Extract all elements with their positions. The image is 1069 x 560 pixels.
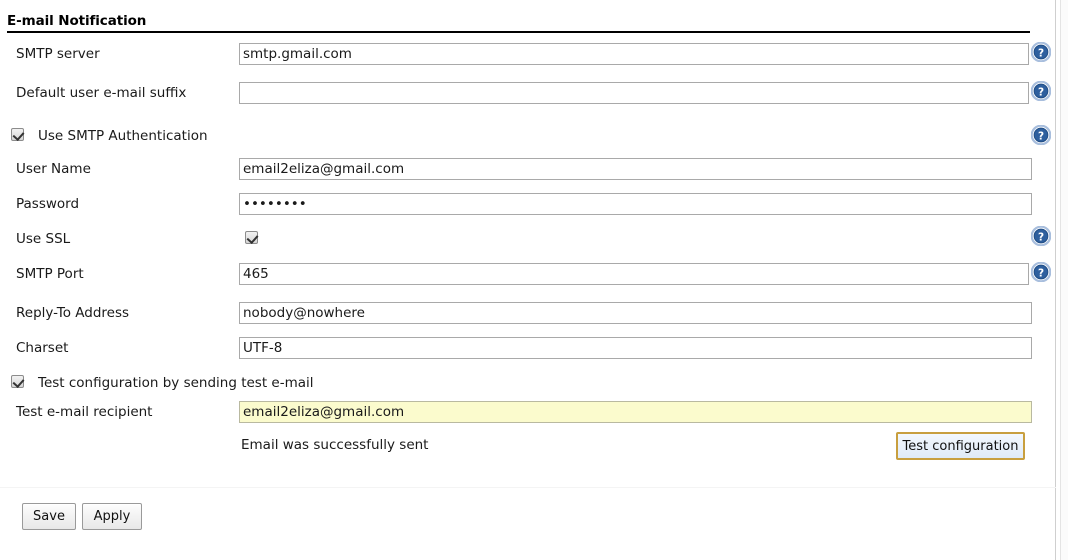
use-smtp-auth-label: Use SMTP Authentication (38, 128, 208, 144)
row-test-recipient: Test e-mail recipient (0, 401, 1056, 423)
row-test-result: Email was successfully sent Test configu… (0, 432, 1056, 462)
charset-input[interactable] (239, 337, 1032, 359)
page-title: E-mail Notification (7, 13, 1030, 33)
save-button[interactable]: Save (22, 503, 76, 530)
scrollbar[interactable] (1057, 0, 1069, 560)
scrollbar-track[interactable] (1060, 0, 1068, 560)
help-icon[interactable]: ? (1031, 226, 1051, 246)
svg-text:?: ? (1038, 86, 1044, 98)
use-smtp-auth-checkbox[interactable] (11, 128, 24, 141)
row-test-configuration-checkbox: Test configuration by sending test e-mai… (0, 372, 1056, 394)
smtp-server-input[interactable] (239, 43, 1029, 65)
svg-text:?: ? (1038, 130, 1044, 142)
row-use-ssl: Use SSL ? (0, 226, 1056, 250)
use-ssl-label: Use SSL (16, 231, 71, 247)
smtp-server-label: SMTP server (16, 46, 100, 62)
test-recipient-label: Test e-mail recipient (16, 404, 153, 420)
status-badge: Email was successfully sent (241, 437, 429, 453)
row-smtp-server: SMTP server ? (0, 42, 1056, 65)
test-configuration-label: Test configuration by sending test e-mai… (38, 375, 314, 391)
user-name-input[interactable] (239, 158, 1032, 180)
divider (0, 487, 1056, 488)
default-suffix-label: Default user e-mail suffix (16, 85, 187, 101)
row-default-suffix: Default user e-mail suffix ? (0, 81, 1056, 104)
test-configuration-checkbox[interactable] (11, 375, 24, 388)
test-configuration-button[interactable]: Test configuration (896, 432, 1025, 460)
row-charset: Charset (0, 337, 1056, 359)
help-icon[interactable]: ? (1031, 42, 1051, 62)
row-use-smtp-auth: Use SMTP Authentication ? (0, 125, 1056, 147)
row-reply-to: Reply-To Address (0, 302, 1056, 324)
user-name-label: User Name (16, 161, 91, 177)
password-label: Password (16, 196, 80, 212)
password-input[interactable] (239, 193, 1032, 215)
reply-to-input[interactable] (239, 302, 1032, 324)
use-ssl-checkbox[interactable] (245, 231, 258, 244)
row-user-name: User Name (0, 158, 1056, 180)
svg-text:?: ? (1038, 231, 1044, 243)
settings-page: E-mail Notification SMTP server ? Defaul… (0, 0, 1056, 560)
charset-label: Charset (16, 340, 69, 356)
reply-to-label: Reply-To Address (16, 305, 130, 321)
test-recipient-input[interactable] (239, 401, 1032, 423)
default-suffix-input[interactable] (239, 82, 1029, 104)
svg-text:?: ? (1038, 267, 1044, 279)
row-smtp-port: SMTP Port ? (0, 262, 1056, 285)
svg-text:?: ? (1038, 47, 1044, 59)
apply-button[interactable]: Apply (82, 503, 142, 530)
help-icon[interactable]: ? (1031, 125, 1051, 145)
smtp-port-input[interactable] (239, 263, 1029, 285)
help-icon[interactable]: ? (1031, 81, 1051, 101)
smtp-port-label: SMTP Port (16, 266, 84, 282)
help-icon[interactable]: ? (1031, 262, 1051, 282)
row-password: Password (0, 193, 1056, 215)
